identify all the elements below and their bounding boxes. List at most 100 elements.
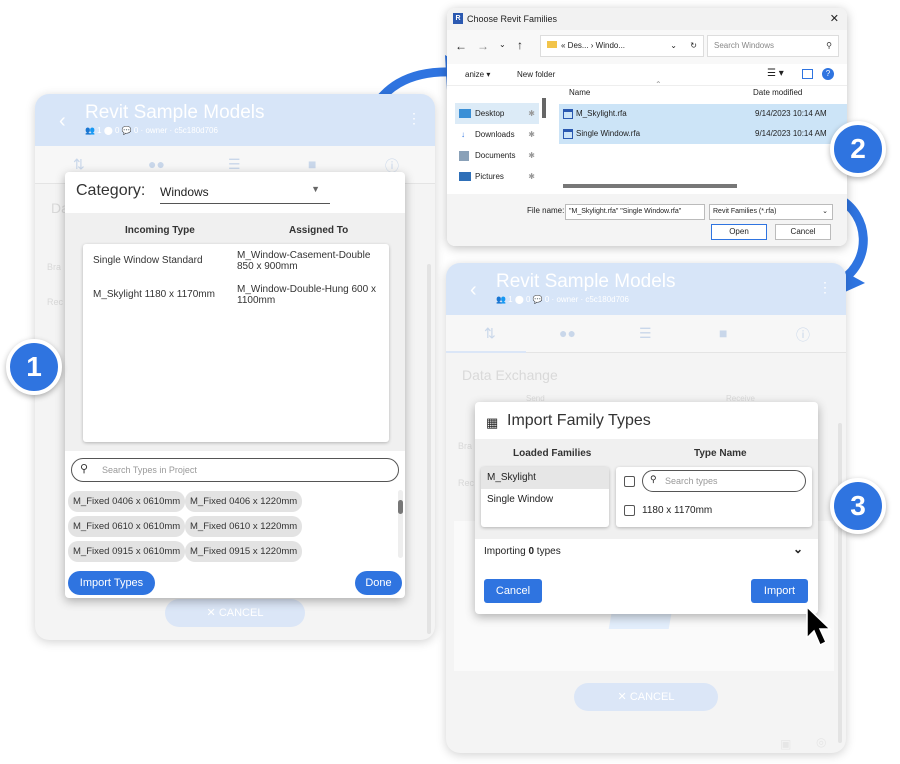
chevron-down-icon[interactable]: ⌄ — [499, 40, 506, 49]
category-select[interactable]: Windows ▼ — [160, 182, 330, 204]
type-chip[interactable]: M_Fixed 0610 x 0610mm — [68, 516, 186, 537]
tree-item-documents[interactable]: Documents ✱ — [455, 145, 539, 166]
scrollbar[interactable] — [838, 423, 842, 743]
search-types-input[interactable]: ⚲ Search Types in Project — [71, 458, 399, 482]
import-button[interactable]: Import — [751, 579, 808, 603]
file-name-value: "M_Skylight.rfa" "Single Window.rfa" — [569, 208, 682, 215]
chevron-down-icon[interactable]: ⌄ — [793, 542, 803, 556]
file-date: 9/14/2023 10:14 AM — [755, 109, 827, 118]
file-row[interactable]: M_Skylight.rfa 9/14/2023 10:14 AM — [559, 104, 847, 124]
incoming-type-cell: Single Window Standard — [93, 255, 203, 266]
assigned-to-cell[interactable]: M_Window-Double-Hung 600 x 1100mm — [237, 284, 383, 306]
file-name-input[interactable]: "M_Skylight.rfa" "Single Window.rfa" — [565, 204, 705, 220]
type-chip[interactable]: M_Fixed 0915 x 1220mm — [185, 541, 303, 562]
tree-scrollbar[interactable] — [542, 98, 546, 118]
col-name[interactable]: Name — [569, 88, 590, 97]
save-icon[interactable]: ▣ — [780, 737, 791, 751]
open-button[interactable]: Open — [711, 224, 767, 240]
loaded-families-list: M_Skylight Single Window — [481, 467, 609, 527]
folder-icon — [547, 41, 557, 48]
desktop-icon — [459, 109, 471, 118]
file-name: Single Window.rfa — [576, 129, 641, 138]
app-subtitle: 👥 1 ⬤ 0 💬 0 · owner · c5c180d706 — [85, 126, 218, 135]
pin-icon[interactable]: ✱ — [528, 103, 535, 124]
forward-arrow-icon[interactable]: → — [477, 39, 489, 53]
back-icon[interactable]: ‹ — [470, 279, 477, 302]
pin-icon[interactable]: ✱ — [528, 166, 535, 187]
col-date[interactable]: Date modified — [753, 88, 802, 97]
view-icon[interactable]: ☰ ▾ — [767, 68, 784, 79]
family-item-selected[interactable]: M_Skylight — [481, 467, 609, 489]
mouse-cursor-icon — [806, 606, 832, 647]
tab-chat-icon[interactable]: ■ — [719, 325, 727, 341]
tree-item-desktop[interactable]: Desktop ✱ — [455, 103, 539, 124]
chips-scrollbar[interactable] — [398, 490, 403, 558]
type-chip[interactable]: M_Fixed 0610 x 1220mm — [185, 516, 303, 537]
app-title: Revit Sample Models — [496, 271, 676, 292]
close-icon[interactable]: ✕ — [830, 12, 839, 25]
chevron-down-icon[interactable]: ⌄ — [670, 36, 677, 56]
tab-users-icon[interactable]: ●● — [148, 156, 165, 172]
tab-info-icon[interactable]: ⓘ — [796, 325, 810, 345]
search-icon: ⚲ — [826, 41, 832, 50]
col-type-name: Type Name — [694, 448, 747, 459]
tab-list-icon[interactable]: ☰ — [639, 325, 652, 342]
rfa-file-icon — [563, 129, 573, 139]
file-type-value: Revit Families (*.rfa) — [713, 208, 777, 215]
tree-item-downloads[interactable]: ↓ Downloads ✱ — [455, 124, 539, 145]
col-incoming-type: Incoming Type — [125, 225, 195, 236]
tab-exchange-icon[interactable]: ⇅ — [73, 156, 85, 173]
up-arrow-icon[interactable]: ↑ — [517, 38, 523, 52]
sort-chevron-icon: ⌃ — [655, 80, 662, 89]
organize-menu[interactable]: anize ▾ — [465, 70, 490, 79]
scrollbar[interactable] — [427, 264, 431, 634]
file-type-select[interactable]: Revit Families (*.rfa) ⌄ — [709, 204, 833, 220]
done-button[interactable]: Done — [355, 571, 402, 595]
back-arrow-icon[interactable]: ← — [455, 39, 467, 53]
pin-icon[interactable]: ✱ — [528, 124, 535, 145]
new-folder-button[interactable]: New folder — [517, 70, 555, 79]
importing-summary: Importing 0 types — [484, 546, 561, 557]
file-dialog-titlebar: R Choose Revit Families ✕ — [447, 8, 847, 30]
tab-users-icon[interactable]: ●● — [559, 325, 576, 341]
select-all-checkbox[interactable] — [624, 476, 635, 487]
tree-item-pictures[interactable]: Pictures ✱ — [455, 166, 539, 187]
more-icon[interactable]: ⋮ — [407, 110, 421, 127]
type-chip[interactable]: M_Fixed 0406 x 1220mm — [185, 491, 303, 512]
import-types-button[interactable]: Import Types — [68, 571, 155, 595]
download-icon: ↓ — [461, 130, 465, 139]
more-icon[interactable]: ⋮ — [818, 279, 832, 296]
explorer-toolbar: anize ▾ New folder ☰ ▾ ? — [447, 64, 847, 86]
app-header: ‹ Revit Sample Models 👥 1 ⬤ 0 💬 0 · owne… — [35, 94, 435, 146]
type-search-input[interactable]: ⚲ Search types — [642, 470, 806, 492]
address-bar[interactable]: « Des... › Windo... ⌄ ↻ — [540, 35, 704, 57]
family-item[interactable]: Single Window — [487, 494, 553, 505]
assigned-to-cell[interactable]: M_Window-Casement-Double 850 x 900mm — [237, 250, 383, 272]
cancel-button[interactable]: Cancel — [775, 224, 831, 240]
cancel-button[interactable]: ✕ CANCEL — [574, 683, 718, 711]
file-dialog-footer: File name: "M_Skylight.rfa" "Single Wind… — [447, 194, 847, 246]
mapping-table: Single Window Standard M_Window-Casement… — [83, 244, 389, 442]
type-chip[interactable]: M_Fixed 0406 x 0610mm — [68, 491, 186, 512]
type-checkbox[interactable] — [624, 505, 635, 516]
horizontal-scrollbar[interactable] — [563, 184, 737, 188]
incoming-type-cell: M_Skylight 1180 x 1170mm — [93, 289, 215, 300]
help-icon[interactable]: ? — [822, 68, 834, 80]
tab-chat-icon[interactable]: ■ — [308, 156, 316, 172]
tab-exchange-icon[interactable]: ⇅ — [484, 325, 496, 342]
category-label: Category: — [76, 182, 146, 199]
cancel-button[interactable]: ✕ CANCEL — [165, 599, 305, 627]
cancel-button[interactable]: Cancel — [484, 579, 542, 603]
documents-icon — [459, 151, 469, 161]
back-icon[interactable]: ‹ — [59, 110, 66, 133]
location-icon[interactable]: ◎ — [816, 735, 826, 749]
file-dialog: R Choose Revit Families ✕ ← → ⌄ ↑ « Des.… — [447, 8, 847, 246]
file-row[interactable]: Single Window.rfa 9/14/2023 10:14 AM — [559, 124, 847, 144]
preview-pane-icon[interactable] — [802, 69, 813, 79]
tab-list-icon[interactable]: ☰ — [228, 156, 241, 173]
type-chip[interactable]: M_Fixed 0915 x 0610mm — [68, 541, 186, 562]
pin-icon[interactable]: ✱ — [528, 145, 535, 166]
explorer-search[interactable]: Search Windows ⚲ — [707, 35, 839, 57]
tab-bar: ⇅ ●● ☰ ■ ⓘ — [446, 315, 846, 353]
refresh-icon[interactable]: ↻ — [690, 36, 697, 56]
